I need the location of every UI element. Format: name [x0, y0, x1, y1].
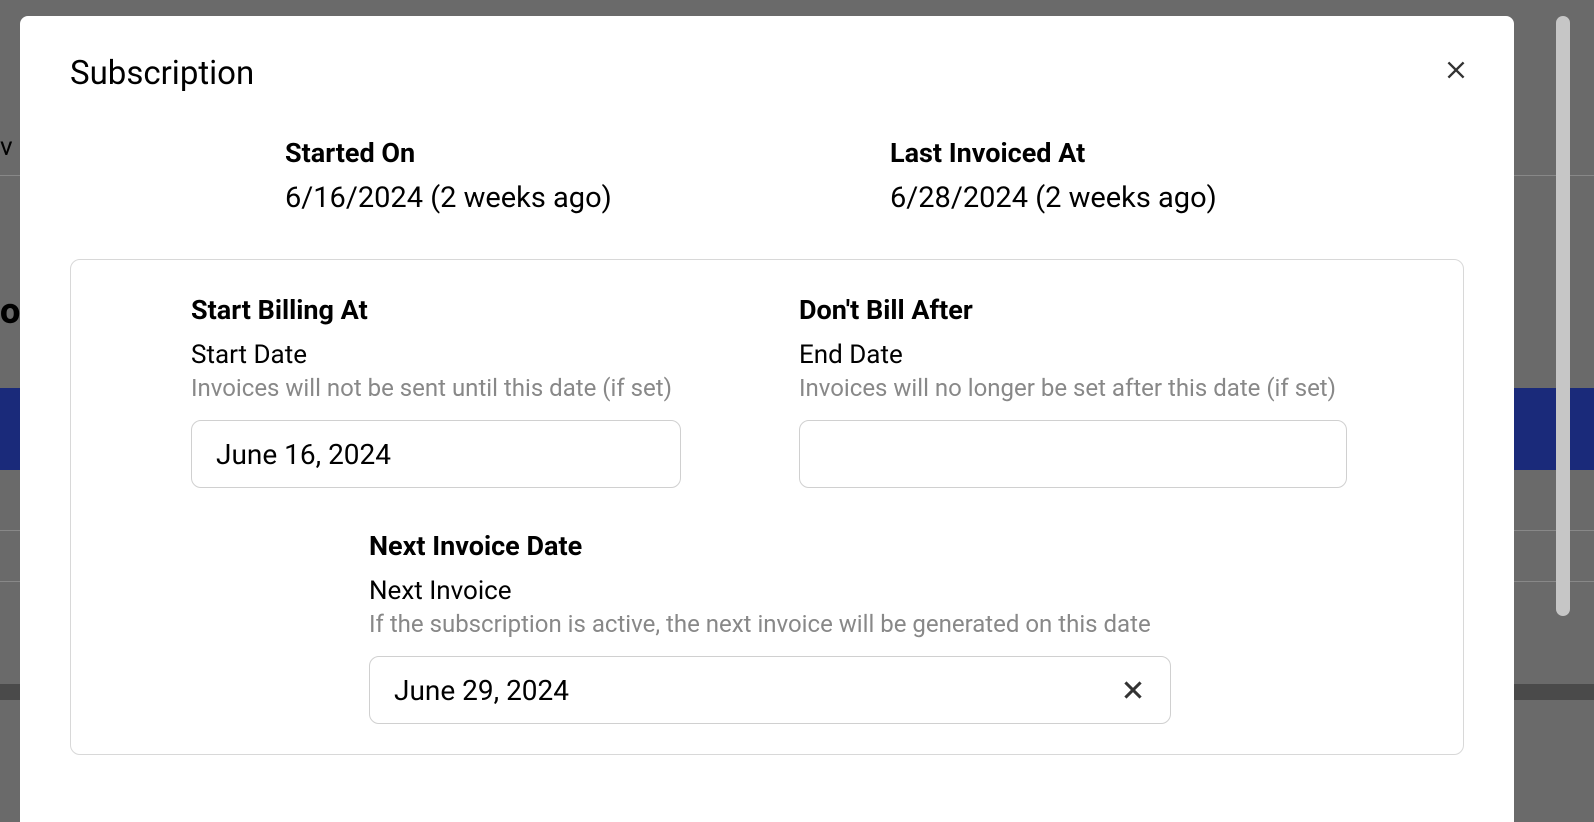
background-fragment: v — [0, 132, 13, 162]
next-invoice-input[interactable]: June 29, 2024 — [369, 656, 1171, 724]
last-invoiced-label: Last Invoiced At — [890, 137, 1217, 169]
clear-next-invoice-button[interactable] — [1120, 677, 1146, 703]
close-button[interactable] — [1440, 54, 1472, 86]
close-icon — [1443, 57, 1469, 83]
last-invoiced-value: 6/28/2024 (2 weeks ago) — [890, 181, 1217, 215]
start-date-input[interactable]: June 16, 2024 — [191, 420, 681, 488]
modal-title: Subscription — [70, 54, 254, 93]
next-invoice-title: Next Invoice Date — [369, 530, 1463, 562]
started-on-value: 6/16/2024 (2 weeks ago) — [285, 181, 890, 215]
modal-header: Subscription — [20, 54, 1514, 93]
next-invoice-help: If the subscription is active, the next … — [369, 610, 1463, 638]
started-on-label: Started On — [285, 137, 890, 169]
subscription-modal: Subscription Started On 6/16/2024 (2 wee… — [20, 16, 1514, 822]
dont-bill-title: Don't Bill After — [799, 294, 1347, 326]
start-date-label: Start Date — [191, 340, 799, 370]
end-date-help: Invoices will no longer be set after thi… — [799, 374, 1347, 402]
start-date-help: Invoices will not be sent until this dat… — [191, 374, 799, 402]
next-invoice-col: Next Invoice Date Next Invoice If the su… — [369, 530, 1463, 724]
dont-bill-col: Don't Bill After End Date Invoices will … — [799, 294, 1347, 488]
next-invoice-label: Next Invoice — [369, 576, 1463, 606]
start-billing-title: Start Billing At — [191, 294, 799, 326]
close-icon — [1120, 677, 1146, 703]
started-on-block: Started On 6/16/2024 (2 weeks ago) — [285, 137, 890, 215]
start-date-value: June 16, 2024 — [216, 438, 391, 471]
billing-section: Start Billing At Start Date Invoices wil… — [70, 259, 1464, 755]
scrollbar[interactable] — [1556, 16, 1570, 616]
background-fragment: o — [0, 290, 20, 332]
next-invoice-value: June 29, 2024 — [394, 674, 569, 707]
start-billing-col: Start Billing At Start Date Invoices wil… — [191, 294, 799, 488]
info-row: Started On 6/16/2024 (2 weeks ago) Last … — [20, 137, 1514, 215]
end-date-label: End Date — [799, 340, 1347, 370]
end-date-input[interactable] — [799, 420, 1347, 488]
billing-row: Start Billing At Start Date Invoices wil… — [71, 294, 1463, 488]
last-invoiced-block: Last Invoiced At 6/28/2024 (2 weeks ago) — [890, 137, 1217, 215]
